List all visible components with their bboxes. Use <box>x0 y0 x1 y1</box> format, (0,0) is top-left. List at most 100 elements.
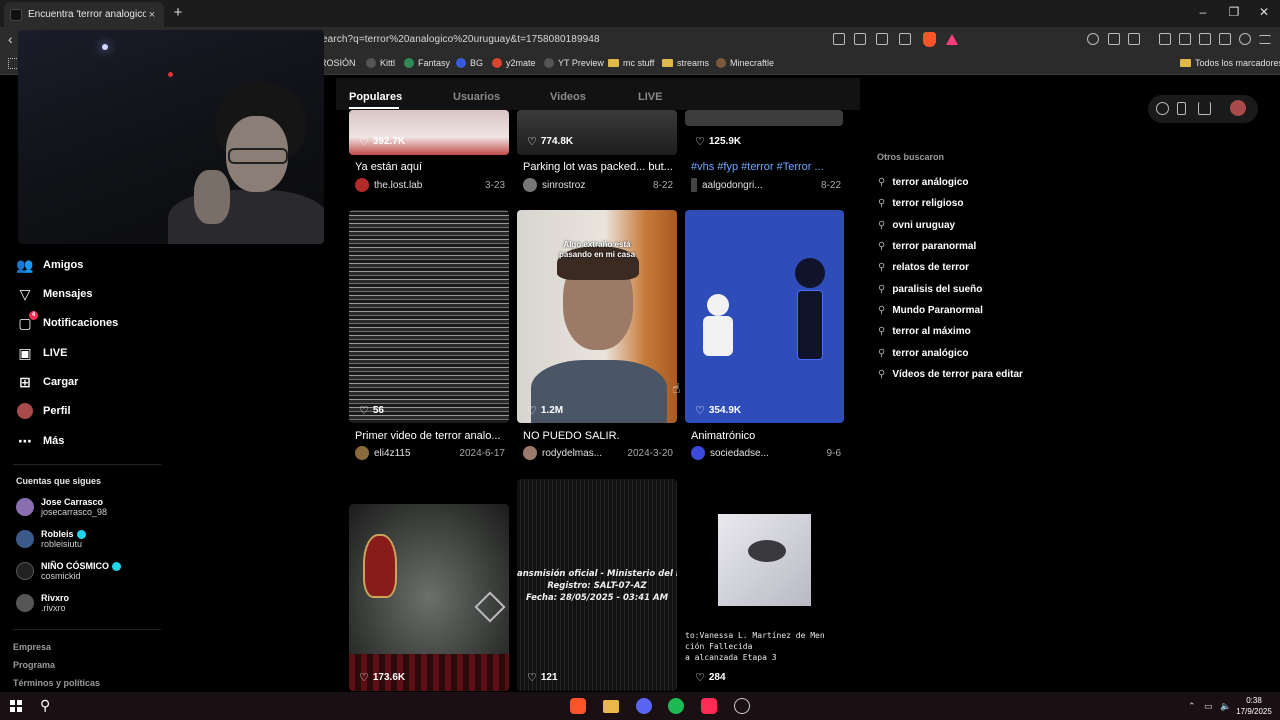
sidebar-item-more[interactable]: ⋯ Más <box>16 433 64 449</box>
video-thumbnail[interactable] <box>517 110 677 155</box>
footer-link-company[interactable]: Empresa <box>13 642 51 652</box>
video-overlay-text: a alcanzada Etapa 3 <box>685 653 777 662</box>
video-thumbnail[interactable] <box>685 210 844 423</box>
tiktok-taskbar-icon[interactable] <box>701 698 717 714</box>
sidebar-toggle-icon[interactable] <box>1179 33 1191 45</box>
windows-start-icon[interactable] <box>10 700 22 712</box>
screenshot-icon[interactable] <box>1128 33 1140 45</box>
following-account[interactable]: Rivxro .rivxro <box>16 593 69 613</box>
brave-shields-icon[interactable] <box>923 32 936 47</box>
menu-icon[interactable] <box>1259 35 1271 44</box>
heart-icon: ♡ <box>695 405 705 417</box>
volume-icon[interactable]: 🔈 <box>1220 701 1231 712</box>
sidebar-item-live[interactable]: ▣ LIVE <box>16 345 67 361</box>
extension-icon[interactable] <box>1087 33 1099 45</box>
bookmark-item[interactable]: Kittl <box>366 58 395 68</box>
video-meta[interactable]: sinrostroz 8-22 <box>523 178 673 192</box>
video-title[interactable]: #vhs #fyp #terror #Terror ... <box>691 161 843 173</box>
bookmark-item[interactable]: y2mate <box>492 58 536 68</box>
related-search-item[interactable]: ⚲ terror religioso <box>878 198 963 209</box>
sidebar-item-notifications[interactable]: ▢ 4 Notificaciones <box>16 311 118 331</box>
tab-videos[interactable]: Videos <box>550 91 586 103</box>
related-search-item[interactable]: ⚲ terror al máximo <box>878 326 971 337</box>
footer-link-program[interactable]: Programa <box>13 660 55 670</box>
related-search-item[interactable]: ⚲ terror analógico <box>878 348 968 359</box>
related-search-item[interactable]: ⚲ relatos de terror <box>878 262 969 273</box>
tab-popular[interactable]: Populares <box>349 91 402 103</box>
network-icon[interactable]: ▭ <box>1204 701 1213 712</box>
related-search-item[interactable]: ⚲ terror análogico <box>878 177 968 188</box>
search-icon: ⚲ <box>878 284 886 295</box>
profile-avatar[interactable] <box>1230 100 1246 116</box>
related-search-item[interactable]: ⚲ terror paranormal <box>878 241 976 252</box>
tab-close-icon[interactable]: × <box>146 9 158 21</box>
coin-icon[interactable] <box>1156 102 1169 115</box>
close-window-button[interactable]: ✕ <box>1257 5 1271 19</box>
search-icon[interactable]: ⚲ <box>40 697 50 714</box>
all-bookmarks[interactable]: Todos los marcadores <box>1180 58 1280 68</box>
new-tab-button[interactable]: + <box>171 4 185 21</box>
sidebar-item-profile[interactable]: Perfil <box>16 403 71 419</box>
video-title[interactable]: Animatrónico <box>691 430 841 442</box>
restore-button[interactable]: ❐ <box>1227 5 1241 19</box>
download-icon[interactable] <box>1198 102 1211 115</box>
related-search-item[interactable]: ⚲ Vídeos de terror para editar <box>878 369 1023 380</box>
no-camera-icon[interactable] <box>833 33 845 45</box>
following-account[interactable]: NIÑO CÓSMICO cosmickid <box>16 561 122 581</box>
sidebar-item-messages[interactable]: ▽ Mensajes <box>16 286 93 302</box>
system-clock[interactable]: 0:38 17/9/2025 <box>1236 695 1272 717</box>
video-thumbnail[interactable] <box>349 210 509 423</box>
video-title[interactable]: Parking lot was packed... but... <box>523 161 675 173</box>
search-icon: ⚲ <box>878 262 886 273</box>
bookmark-item[interactable]: mc stuff <box>608 58 654 68</box>
brave-rewards-icon[interactable] <box>946 34 958 45</box>
video-thumbnail[interactable] <box>685 110 843 126</box>
related-search-item[interactable]: ⚲ Mundo Paranormal <box>878 305 983 316</box>
back-button[interactable]: ‹ <box>8 31 13 47</box>
bookmark-item[interactable]: streams <box>662 58 709 68</box>
video-title[interactable]: Primer video de terror analo... <box>355 430 505 442</box>
video-thumbnail[interactable]: to:Vanessa L. Martínez de Men ción Falle… <box>685 479 844 691</box>
cast-icon[interactable] <box>854 33 866 45</box>
tray-chevron-icon[interactable]: ⌃ <box>1188 701 1196 712</box>
vpn-shield-icon[interactable] <box>1239 33 1251 45</box>
sidebar-item-upload[interactable]: ⊞ Cargar <box>16 374 78 390</box>
footer-link-terms[interactable]: Términos y políticas <box>13 678 100 688</box>
video-title[interactable]: NO PUEDO SALIR. <box>523 430 673 442</box>
spotify-icon[interactable] <box>668 698 684 714</box>
video-thumbnail[interactable]: Algo extraño está pasando en mi casa <box>517 210 677 423</box>
video-meta[interactable]: eli4z115 2024-6-17 <box>355 446 505 460</box>
browser-tab[interactable]: Encuentra 'terror analogico urug × <box>4 2 164 27</box>
video-meta[interactable]: the.lost.lab 3-23 <box>355 178 505 192</box>
discord-icon[interactable] <box>636 698 652 714</box>
file-explorer-icon[interactable] <box>603 700 619 713</box>
related-search-item[interactable]: ⚲ ovni uruguay <box>878 220 955 231</box>
translate-icon[interactable] <box>876 33 888 45</box>
tab-live[interactable]: LIVE <box>638 91 662 103</box>
video-thumbnail[interactable] <box>349 504 509 691</box>
bookmark-item[interactable]: YT Preview <box>544 58 604 68</box>
extensions-puzzle-icon[interactable] <box>1108 33 1120 45</box>
video-thumbnail[interactable] <box>349 110 509 155</box>
video-meta[interactable]: aalgodongri... 8-22 <box>691 178 841 192</box>
brave-taskbar-icon[interactable] <box>570 698 586 714</box>
leo-ai-icon[interactable] <box>1219 33 1231 45</box>
minimize-button[interactable]: – <box>1196 5 1210 19</box>
music-icon[interactable] <box>1159 33 1171 45</box>
bookmark-item[interactable]: Fantasy <box>404 58 450 68</box>
obs-icon[interactable] <box>734 698 750 714</box>
sidebar-item-friends[interactable]: 👥 Amigos <box>16 257 83 273</box>
following-account[interactable]: Jose Carrasco josecarrasco_98 <box>16 497 107 517</box>
phone-icon[interactable] <box>1177 102 1186 115</box>
tab-users[interactable]: Usuarios <box>453 91 500 103</box>
wallet-icon[interactable] <box>1199 33 1211 45</box>
bookmark-item[interactable]: BG <box>456 58 483 68</box>
following-account[interactable]: Robleis robleisiutu <box>16 529 86 549</box>
related-search-item[interactable]: ⚲ paralisis del sueño <box>878 284 982 295</box>
video-title[interactable]: Ya están aquí <box>355 161 515 173</box>
video-meta[interactable]: rodydelmas... 2024-3-20 <box>523 446 673 460</box>
video-meta[interactable]: sociedadse... 9-6 <box>691 446 841 460</box>
share-icon[interactable] <box>899 33 911 45</box>
video-thumbnail[interactable]: ansmisión oficial - Ministerio del Inter… <box>517 479 677 691</box>
bookmark-item[interactable]: Minecraftle <box>716 58 774 68</box>
